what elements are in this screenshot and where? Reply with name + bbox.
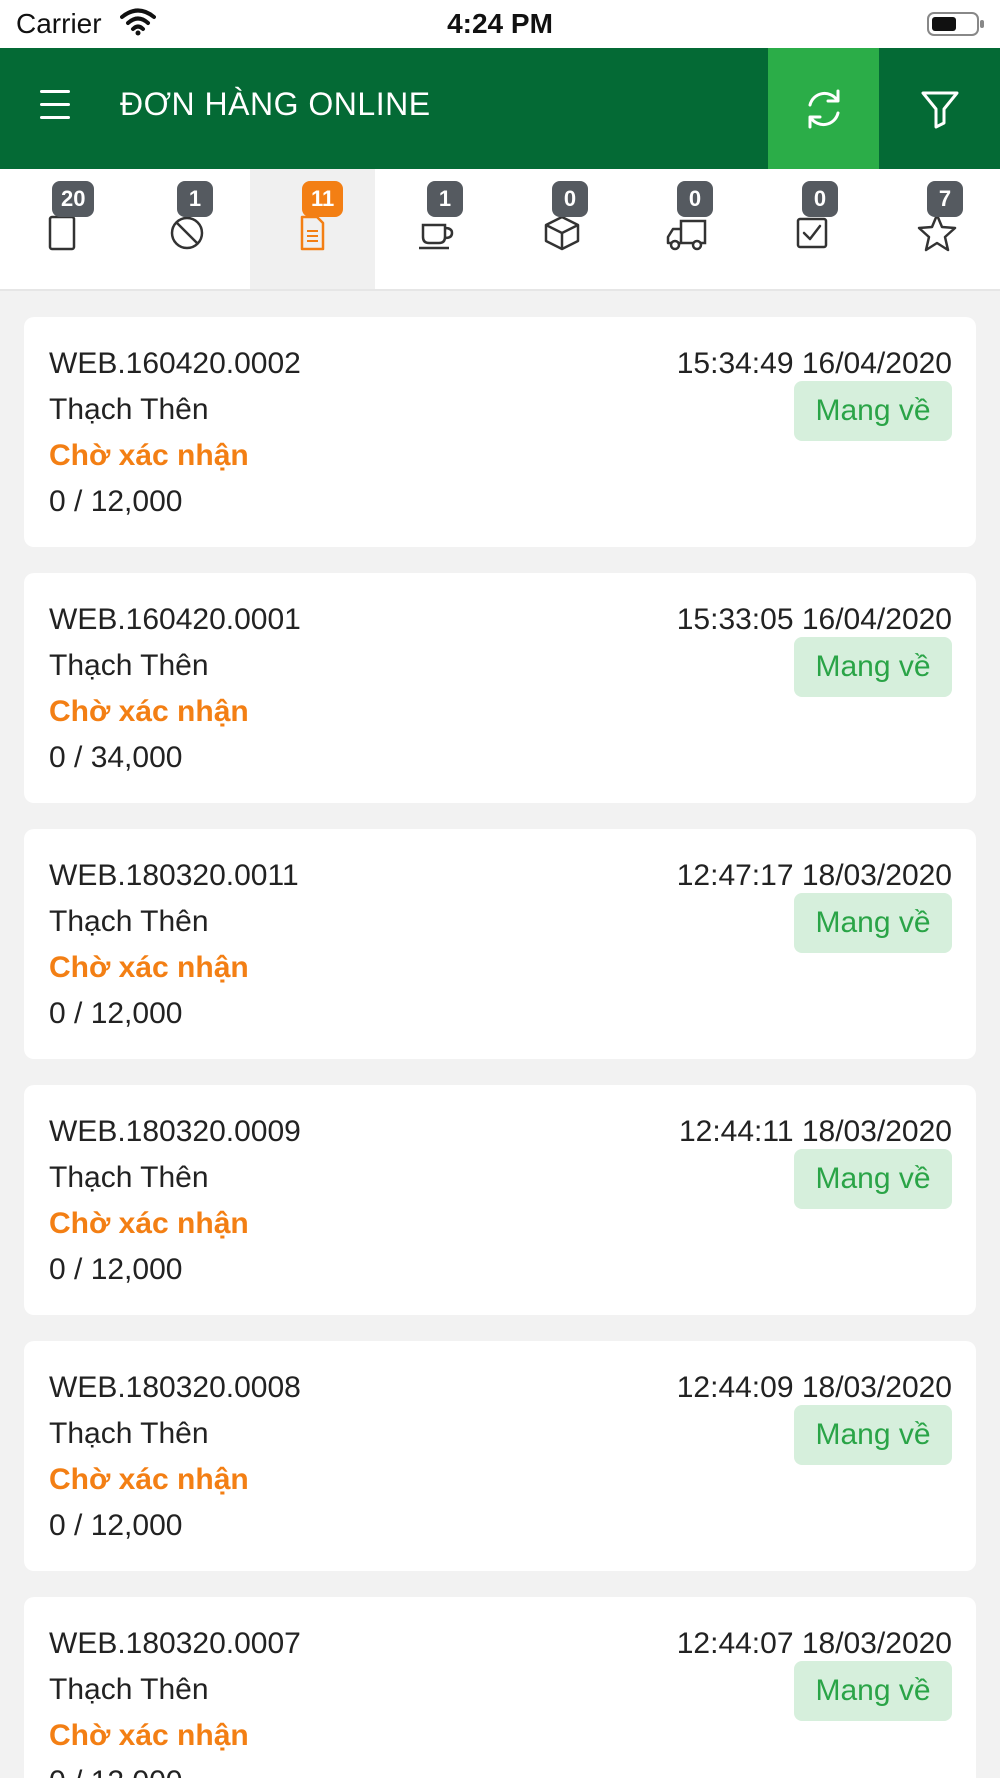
filter-icon [921,91,958,128]
box-icon [544,215,580,251]
tab-count-badge: 11 [302,181,344,217]
order-time: 12:44:11 18/03/2020 [678,1115,952,1148]
order-customer: Thạch Thên [49,1673,209,1706]
order-code: WEB.160420.0001 [49,603,301,636]
order-customer: Thạch Thên [49,649,209,682]
checkbox-icon [796,217,828,249]
order-card[interactable]: WEB.180320.0009 12:44:11 18/03/2020 Thạc… [24,1085,976,1315]
order-time: 12:44:07 18/03/2020 [676,1627,952,1660]
clipboard-icon [48,215,76,251]
order-card[interactable]: WEB.180320.0011 12:47:17 18/03/2020 Thạc… [24,829,976,1059]
order-status: Chờ xác nhận [49,1207,249,1240]
tab-packed[interactable]: 0 [500,169,625,289]
order-code: WEB.160420.0002 [49,347,301,380]
order-time: 15:34:49 16/04/2020 [676,347,952,380]
menu-icon[interactable] [40,90,80,126]
status-bar: Carrier 4:24 PM [0,0,1000,48]
tab-count-badge: 0 [677,181,713,217]
page-title: ĐƠN HÀNG ONLINE [120,86,431,122]
order-type-chip: Mang về [794,1405,952,1465]
tab-count-badge: 0 [802,181,838,217]
order-status: Chờ xác nhận [49,695,249,728]
order-customer: Thạch Thên [49,905,209,938]
tab-all[interactable]: 20 [0,169,125,289]
tab-count-badge: 7 [927,181,963,217]
order-time: 15:33:05 16/04/2020 [676,603,952,636]
tab-count-badge: 20 [52,181,95,217]
order-type-chip: Mang về [794,893,952,953]
truck-icon [666,219,707,251]
document-icon [300,215,325,251]
status-tabs: 20 1 11 1 0 0 0 7 [0,169,1000,291]
order-time: 12:44:09 18/03/2020 [676,1371,952,1404]
star-icon [917,213,957,252]
order-amount: 0 / 34,000 [49,741,183,774]
status-time: 4:24 PM [447,8,553,39]
tab-completed[interactable]: 0 [750,169,875,289]
order-status: Chờ xác nhận [49,1463,249,1496]
order-amount: 0 / 12,000 [49,1253,183,1286]
tab-count-badge: 1 [427,181,463,217]
cup-icon [419,223,454,250]
order-status: Chờ xác nhận [49,951,249,984]
order-card[interactable]: WEB.180320.0007 12:44:07 18/03/2020 Thạc… [24,1597,976,1778]
filter-button[interactable] [879,48,1000,169]
cancel-icon [170,216,204,250]
order-customer: Thạch Thên [49,393,209,426]
refresh-icon [808,89,839,128]
order-amount: 0 / 12,000 [49,1509,183,1542]
order-type-chip: Mang về [794,637,952,697]
order-status: Chờ xác nhận [49,1719,249,1752]
order-card[interactable]: WEB.180320.0008 12:44:09 18/03/2020 Thạc… [24,1341,976,1571]
order-amount: 0 / 12,000 [49,485,183,518]
tab-cancelled[interactable]: 1 [125,169,250,289]
order-amount: 0 / 12,000 [49,1765,182,1778]
app-header: ĐƠN HÀNG ONLINE [0,48,1000,169]
battery-icon [926,10,986,43]
tab-preparing[interactable]: 1 [375,169,500,289]
order-time: 12:47:17 18/03/2020 [676,859,952,892]
order-status: Chờ xác nhận [49,439,249,472]
order-type-chip: Mang về [794,1149,952,1209]
order-card[interactable]: WEB.160420.0002 15:34:49 16/04/2020 Thạc… [24,317,976,547]
order-customer: Thạch Thên [49,1417,209,1450]
order-code: WEB.180320.0009 [49,1115,301,1148]
order-customer: Thạch Thên [49,1161,209,1194]
refresh-button[interactable] [768,48,879,169]
order-type-chip: Mang về [794,381,952,441]
order-code: WEB.180320.0007 [49,1627,301,1660]
tab-count-badge: 0 [552,181,588,217]
tab-pending[interactable]: 11 [250,169,375,289]
tab-delivering[interactable]: 0 [625,169,750,289]
tab-rated[interactable]: 7 [875,169,1000,289]
order-code: WEB.180320.0008 [49,1371,301,1404]
order-amount: 0 / 12,000 [49,997,183,1030]
order-card[interactable]: WEB.160420.0001 15:33:05 16/04/2020 Thạc… [24,573,976,803]
order-code: WEB.180320.0011 [49,859,299,892]
tab-count-badge: 1 [177,181,213,217]
order-type-chip: Mang về [794,1661,952,1721]
